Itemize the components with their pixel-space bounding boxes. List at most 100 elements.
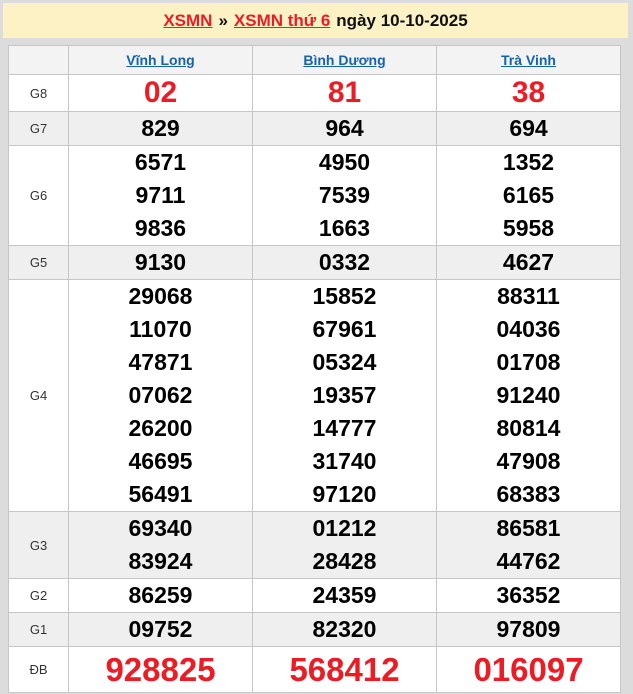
- prize-number: 44762: [496, 548, 561, 574]
- prize-label-g5: G5: [8, 245, 69, 280]
- prize-cell-g3-col1: 01212 28428: [252, 511, 437, 579]
- prize-number: 11070: [129, 316, 192, 342]
- prize-number: 02: [143, 76, 178, 109]
- prize-cell-g2-col1: 24359: [252, 578, 437, 613]
- prize-number: 97809: [496, 616, 561, 642]
- prize-number: 19357: [312, 382, 377, 408]
- prize-number: 67961: [312, 316, 377, 342]
- prize-row-db: ĐB 928825 568412 016097: [8, 646, 621, 693]
- prize-row-g8: G8 02 81 38: [8, 74, 621, 112]
- prize-number: 68383: [496, 481, 561, 507]
- prize-number: 81: [327, 76, 362, 109]
- prize-label-g6: G6: [8, 145, 69, 246]
- prize-cell-g7-col0: 829: [68, 111, 253, 146]
- column-header-vinh-long: Vĩnh Long: [68, 45, 253, 75]
- prize-label-g3: G3: [8, 511, 69, 579]
- prize-number: 964: [325, 115, 364, 141]
- prize-cell-g4-col2: 88311 04036 01708 91240 80814 47908 68383: [436, 279, 621, 512]
- prize-number: 694: [509, 115, 548, 141]
- prize-number: 31740: [312, 448, 377, 474]
- prize-number: 29068: [128, 283, 193, 309]
- prize-number: 69340: [128, 515, 193, 541]
- prize-label-g2: G2: [8, 578, 69, 613]
- prize-cell-db-col2: 016097: [436, 646, 621, 693]
- prize-number: 04036: [496, 316, 561, 342]
- prize-number: 28428: [312, 548, 377, 574]
- prize-cell-g1-col2: 97809: [436, 612, 621, 647]
- prize-number: 83924: [128, 548, 193, 574]
- prize-cell-g2-col2: 36352: [436, 578, 621, 613]
- prize-number: 36352: [496, 582, 561, 608]
- prize-number: 9711: [135, 182, 186, 208]
- prize-label-g8: G8: [8, 74, 69, 112]
- prize-number: 7539: [318, 182, 371, 208]
- prize-cell-g7-col1: 964: [252, 111, 437, 146]
- title-band: XSMN » XSMN thứ 6 ngày 10-10-2025: [3, 3, 628, 38]
- prize-number: 09752: [128, 616, 193, 642]
- prize-number: 1352: [502, 149, 555, 175]
- prize-number: 91240: [496, 382, 561, 408]
- prize-cell-g4-col0: 29068 11070 47871 07062 26200 46695 56491: [68, 279, 253, 512]
- prize-number: 5958: [502, 215, 555, 241]
- xsmn-link[interactable]: XSMN: [163, 11, 212, 31]
- prize-cell-g6-col2: 1352 6165 5958: [436, 145, 621, 246]
- prize-number: 24359: [312, 582, 377, 608]
- prize-number: 07062: [128, 382, 193, 408]
- prize-cell-g5-col0: 9130: [68, 245, 253, 280]
- prize-cell-g6-col1: 4950 7539 1663: [252, 145, 437, 246]
- prize-number: 4950: [318, 149, 371, 175]
- prize-number: 01212: [312, 515, 377, 541]
- prize-row-g4: G4 29068 11070 47871 07062 26200 46695 56491 158…: [8, 279, 621, 512]
- title-separator: »: [218, 10, 228, 30]
- prize-number: 97120: [312, 481, 377, 507]
- prize-row-g3: G3 69340 83924 01212 28428 86581 44762: [8, 511, 621, 579]
- column-header-tra-vinh: Trà Vinh: [436, 45, 621, 75]
- column-header-binh-duong: Bình Dương: [252, 45, 437, 75]
- prize-number: 1663: [318, 215, 371, 241]
- prize-row-g6: G6 6571 9711 9836 4950 7539 1663 1352 6165 5958: [8, 145, 621, 246]
- prize-cell-g1-col0: 09752: [68, 612, 253, 647]
- prize-number: 14777: [312, 415, 377, 441]
- prize-label-g4: G4: [8, 279, 69, 512]
- province-link-tra-vinh[interactable]: Trà Vinh: [501, 52, 556, 68]
- column-header-row: Vĩnh Long Bình Dương Trà Vinh: [8, 45, 621, 75]
- prize-number: 01708: [496, 349, 561, 375]
- prize-number: 9836: [134, 215, 187, 241]
- prize-number: 86259: [128, 582, 193, 608]
- prize-number: 05324: [312, 349, 377, 375]
- prize-number: 6571: [134, 149, 187, 175]
- prize-number: 38: [511, 76, 546, 109]
- prize-cell-g3-col0: 69340 83924: [68, 511, 253, 579]
- xsmn-day-link[interactable]: XSMN thứ 6: [234, 11, 330, 31]
- prize-cell-g5-col2: 4627: [436, 245, 621, 280]
- prize-number: 46695: [128, 448, 193, 474]
- prize-number: 6165: [502, 182, 555, 208]
- prize-number: 4627: [502, 249, 555, 275]
- prize-number: 26200: [128, 415, 193, 441]
- prize-row-g2: G2 86259 24359 36352: [8, 578, 621, 613]
- prize-number: 86581: [496, 515, 561, 541]
- prize-cell-g6-col0: 6571 9711 9836: [68, 145, 253, 246]
- prize-cell-g3-col2: 86581 44762: [436, 511, 621, 579]
- prize-number: 0332: [318, 249, 371, 275]
- prize-number: 15852: [312, 283, 377, 309]
- prize-cell-db-col0: 928825: [68, 646, 253, 693]
- prize-cell-g4-col1: 15852 67961 05324 19357 14777 31740 97120: [252, 279, 437, 512]
- prize-label-g1: G1: [8, 612, 69, 647]
- prize-number: 829: [141, 115, 180, 141]
- prize-number: 47908: [496, 448, 561, 474]
- prize-number: 80814: [496, 415, 561, 441]
- prize-number: 568412: [289, 651, 400, 688]
- results-tbody: G8 02 81 38 G7 829 964 694 G6 6571 9711 9836 4950 753…: [8, 74, 621, 693]
- province-link-binh-duong[interactable]: Bình Dương: [303, 52, 385, 68]
- prize-number: 016097: [473, 651, 584, 688]
- prize-row-g1: G1 09752 82320 97809: [8, 612, 621, 647]
- prize-cell-g8-col0: 02: [68, 74, 253, 112]
- prize-number: 56491: [128, 481, 193, 507]
- prize-label-g7: G7: [8, 111, 69, 146]
- province-link-vinh-long[interactable]: Vĩnh Long: [126, 52, 194, 68]
- prize-cell-g1-col1: 82320: [252, 612, 437, 647]
- prize-cell-g5-col1: 0332: [252, 245, 437, 280]
- prize-cell-db-col1: 568412: [252, 646, 437, 693]
- corner-cell: [8, 45, 69, 75]
